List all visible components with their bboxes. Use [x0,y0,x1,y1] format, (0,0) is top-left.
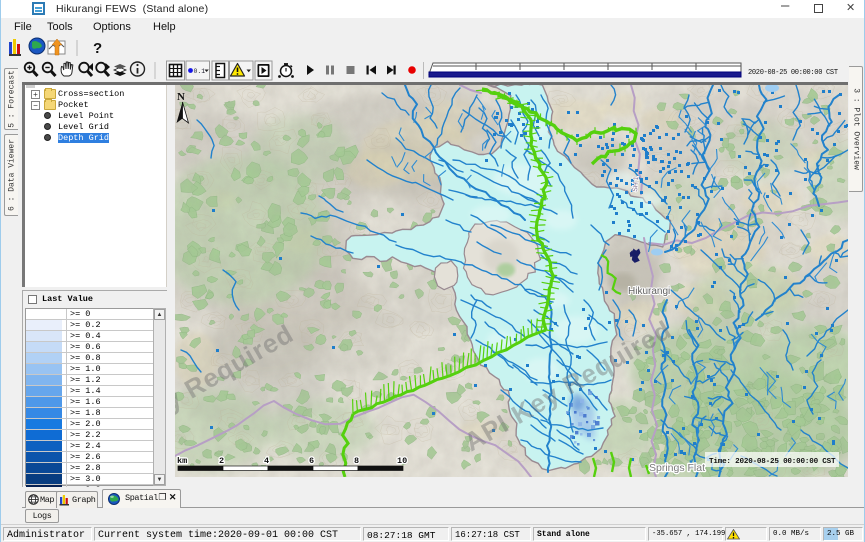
svg-text:km: km [177,456,187,466]
svg-text:Hikurangi: Hikurangi [628,286,670,297]
svg-text:6: 6 [309,456,314,466]
svg-text:2: 2 [219,456,224,466]
svg-text:10: 10 [397,456,407,466]
svg-text:SH 1: SH 1 [632,176,640,192]
svg-text:2020-08-25 00:00:00 CST: 2020-08-25 00:00:00 CST [748,69,838,77]
svg-text:N: N [177,91,185,103]
svg-text:Time: 2020-08-25 00:00:00 CST: Time: 2020-08-25 00:00:00 CST [709,458,836,466]
svg-text:8: 8 [354,456,359,466]
svg-text:Springs Flat: Springs Flat [649,462,705,474]
svg-text:?: ? [93,40,102,57]
svg-text:4: 4 [264,456,269,466]
svg-text:0.1: 0.1 [194,68,206,75]
